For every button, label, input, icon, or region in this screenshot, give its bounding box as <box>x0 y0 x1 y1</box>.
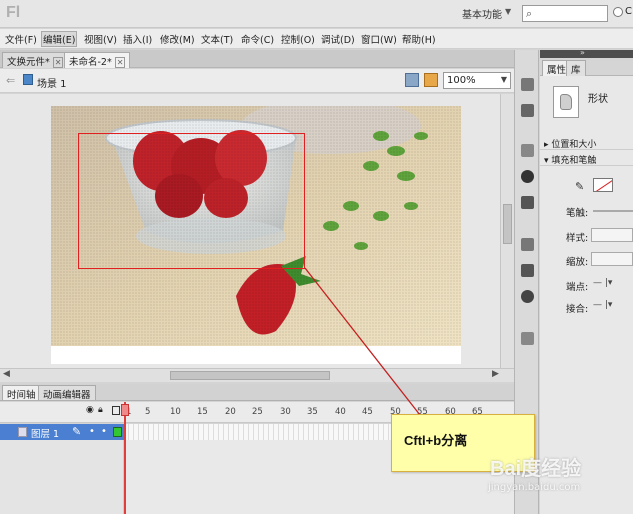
watermark-logo: Bai度经验 <box>490 458 582 480</box>
callout-text: Cftl+b分离 <box>404 433 468 448</box>
annotation-arrow <box>304 267 421 416</box>
watermark-url: jingyan.baidu.com <box>488 482 581 493</box>
